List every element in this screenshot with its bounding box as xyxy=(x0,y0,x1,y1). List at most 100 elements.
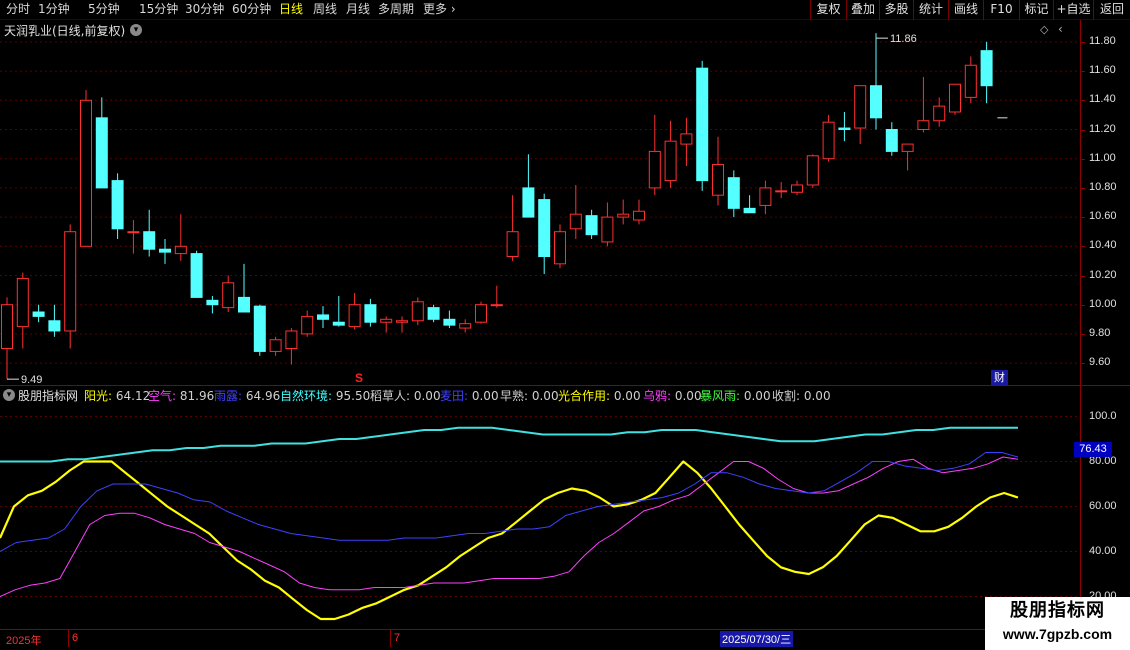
candle[interactable] xyxy=(949,83,961,115)
candle[interactable] xyxy=(443,310,456,329)
indicator-chart[interactable] xyxy=(0,400,1080,625)
back-button[interactable]: 返回 xyxy=(1093,0,1130,20)
candle-body xyxy=(712,164,724,196)
overlay-button[interactable]: 叠加 xyxy=(846,0,879,20)
candle[interactable] xyxy=(32,304,45,323)
candle[interactable] xyxy=(885,122,898,156)
candle[interactable] xyxy=(727,170,740,218)
candle[interactable] xyxy=(285,328,298,365)
price-tick: 10.20 xyxy=(1089,268,1117,281)
candle[interactable] xyxy=(490,285,503,308)
dew-line xyxy=(0,452,1019,552)
candle-body xyxy=(269,339,282,352)
candle[interactable] xyxy=(791,180,803,196)
candle[interactable] xyxy=(348,293,361,330)
candle[interactable] xyxy=(269,336,282,356)
candle[interactable] xyxy=(664,120,677,188)
candle[interactable] xyxy=(870,33,882,130)
candle-body xyxy=(95,117,108,189)
candle[interactable] xyxy=(806,154,819,188)
candle-body xyxy=(838,127,851,131)
candle[interactable] xyxy=(238,263,250,313)
candle[interactable] xyxy=(222,275,235,313)
candle-body xyxy=(569,213,582,230)
candle[interactable] xyxy=(80,90,92,247)
sell-signal-mark[interactable]: S xyxy=(355,371,363,385)
candle[interactable] xyxy=(1,297,13,380)
candle[interactable] xyxy=(933,97,946,127)
candle[interactable] xyxy=(759,180,772,215)
candle[interactable] xyxy=(475,301,487,324)
candle[interactable] xyxy=(111,173,124,239)
axis-divider xyxy=(1080,20,1081,650)
statistics-button[interactable]: 统计 xyxy=(913,0,948,20)
candle-body xyxy=(380,318,393,323)
candle[interactable] xyxy=(617,199,630,225)
candle[interactable] xyxy=(696,60,709,191)
period-tab-1min[interactable]: 1分钟 xyxy=(38,2,70,17)
period-tab-5min[interactable]: 5分钟 xyxy=(88,2,120,17)
candle[interactable] xyxy=(396,316,408,333)
candle[interactable] xyxy=(506,195,519,261)
candle[interactable] xyxy=(569,184,582,239)
candle[interactable] xyxy=(253,304,266,356)
candle[interactable] xyxy=(538,193,551,275)
candlestick-chart[interactable]: 9.49 11.86 S xyxy=(0,20,1080,385)
candle[interactable] xyxy=(206,295,219,314)
fuquan-button[interactable]: 复权 xyxy=(810,0,846,20)
candle[interactable] xyxy=(411,297,424,326)
candle[interactable] xyxy=(964,56,977,104)
candle[interactable] xyxy=(190,250,203,298)
candle[interactable] xyxy=(917,76,930,133)
period-tab-60min[interactable]: 60分钟 xyxy=(232,2,271,17)
draw-line-button[interactable]: 画线 xyxy=(948,0,983,20)
candle[interactable] xyxy=(48,304,61,337)
mark-button[interactable]: 标记 xyxy=(1019,0,1053,20)
candle[interactable] xyxy=(838,111,851,142)
candle-body xyxy=(648,150,661,189)
candle[interactable] xyxy=(174,214,187,261)
candle[interactable] xyxy=(712,136,724,206)
candle[interactable] xyxy=(301,310,314,337)
candle[interactable] xyxy=(648,114,661,196)
period-tab-fenshi[interactable]: 分时 xyxy=(6,2,30,17)
candle[interactable] xyxy=(127,220,140,254)
price-tick: 10.60 xyxy=(1089,210,1117,223)
candle[interactable] xyxy=(980,41,993,104)
finance-badge[interactable]: 财 xyxy=(991,370,1008,385)
candle[interactable] xyxy=(522,154,535,218)
period-tab-daily[interactable]: 日线 xyxy=(279,2,303,17)
time-label-july: 7 xyxy=(394,632,401,644)
period-tab-weekly[interactable]: 周线 xyxy=(313,2,337,17)
candle[interactable] xyxy=(364,298,377,327)
candle[interactable] xyxy=(64,224,77,349)
candle[interactable] xyxy=(585,209,598,239)
candle[interactable] xyxy=(380,316,393,333)
candle[interactable] xyxy=(633,199,645,225)
add-watchlist-button[interactable]: +自选 xyxy=(1053,0,1093,20)
candle[interactable] xyxy=(775,182,788,199)
period-tab-15min[interactable]: 15分钟 xyxy=(139,2,178,17)
candle[interactable] xyxy=(743,195,756,214)
candle[interactable] xyxy=(159,239,171,264)
candle[interactable] xyxy=(901,143,914,171)
candle[interactable] xyxy=(459,319,472,333)
multi-stock-button[interactable]: 多股 xyxy=(879,0,913,20)
candle[interactable] xyxy=(16,272,29,349)
candle[interactable] xyxy=(822,114,835,162)
candle-body xyxy=(32,311,45,317)
price-tick: 11.80 xyxy=(1089,34,1116,47)
candle[interactable] xyxy=(332,295,345,327)
period-tab-monthly[interactable]: 月线 xyxy=(346,2,370,17)
candle[interactable] xyxy=(427,304,440,323)
candle[interactable] xyxy=(554,224,566,269)
candle[interactable] xyxy=(601,202,614,247)
period-tab-multi[interactable]: 多周期 xyxy=(378,2,414,17)
f10-button[interactable]: F10 xyxy=(983,0,1019,20)
candle-body xyxy=(696,67,709,182)
period-tab-30min[interactable]: 30分钟 xyxy=(185,2,224,17)
candle[interactable] xyxy=(95,97,108,189)
candle[interactable] xyxy=(854,85,867,145)
candle[interactable] xyxy=(317,306,329,329)
period-tab-more[interactable]: 更多 › xyxy=(423,2,456,17)
